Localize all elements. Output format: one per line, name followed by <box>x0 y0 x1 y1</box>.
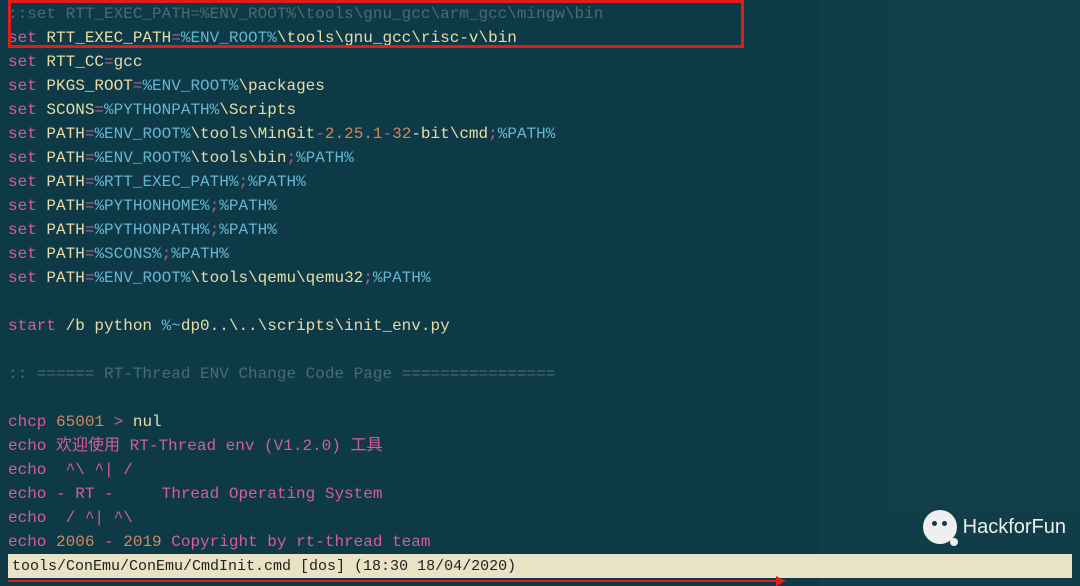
annotation-arrow <box>8 580 778 582</box>
code-line: ::set RTT_EXEC_PATH=%ENV_ROOT%\tools\gnu… <box>8 2 1080 26</box>
code-line: set SCONS=%PYTHONPATH%\Scripts <box>8 98 1080 122</box>
code-line: set PATH=%RTT_EXEC_PATH%;%PATH% <box>8 170 1080 194</box>
code-line: echo / ^| ^\ <box>8 506 1080 530</box>
code-line: set PATH=%ENV_ROOT%\tools\bin;%PATH% <box>8 146 1080 170</box>
code-line: chcp 65001 > nul <box>8 410 1080 434</box>
code-line: set PKGS_ROOT=%ENV_ROOT%\packages <box>8 74 1080 98</box>
code-line: set PATH=%PYTHONHOME%;%PATH% <box>8 194 1080 218</box>
code-editor[interactable]: ::set RTT_EXEC_PATH=%ENV_ROOT%\tools\gnu… <box>0 0 1080 578</box>
statusbar-text: tools/ConEmu/ConEmu/CmdInit.cmd [dos] (1… <box>12 558 516 575</box>
code-line: echo 2006 - 2019 Copyright by rt-thread … <box>8 530 1080 554</box>
code-line: start /b python %~dp0..\..\scripts\init_… <box>8 314 1080 338</box>
code-line: set PATH=%PYTHONPATH%;%PATH% <box>8 218 1080 242</box>
code-line: set RTT_EXEC_PATH=%ENV_ROOT%\tools\gnu_g… <box>8 26 1080 50</box>
code-line: set PATH=%SCONS%;%PATH% <box>8 242 1080 266</box>
code-line: echo - RT - Thread Operating System <box>8 482 1080 506</box>
statusbar: tools/ConEmu/ConEmu/CmdInit.cmd [dos] (1… <box>8 554 1072 578</box>
code-line: set PATH=%ENV_ROOT%\tools\MinGit-2.25.1-… <box>8 122 1080 146</box>
code-line: echo ^\ ^| / <box>8 458 1080 482</box>
comment-line: :: ====== RT-Thread ENV Change Code Page… <box>8 362 1080 386</box>
blank-line <box>8 290 1080 314</box>
blank-line <box>8 386 1080 410</box>
code-line: set RTT_CC=gcc <box>8 50 1080 74</box>
code-line: set PATH=%ENV_ROOT%\tools\qemu\qemu32;%P… <box>8 266 1080 290</box>
blank-line <box>8 338 1080 362</box>
code-line: echo 欢迎使用 RT-Thread env (V1.2.0) 工具 <box>8 434 1080 458</box>
